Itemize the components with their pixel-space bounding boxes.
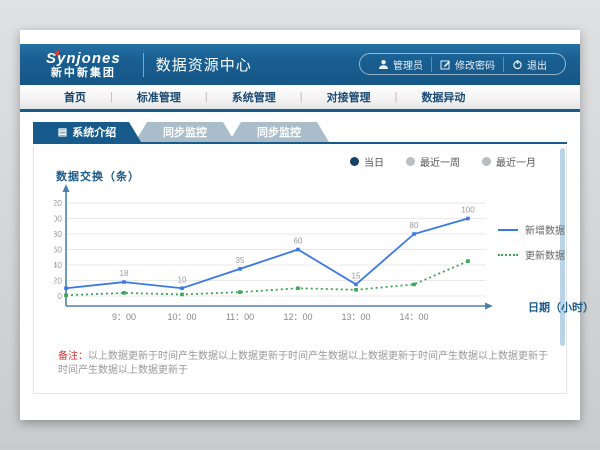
nav-item-data-change[interactable]: 数据异动 [397,89,489,105]
radio-last-month[interactable]: 最近一月 [482,154,536,169]
company-logo: Synjones 新中新集团 [32,51,131,79]
edit-icon [440,59,451,70]
note-text: 以上数据更新于时间产生数据以上数据更新于时间产生数据以上数据更新于时间产生数据以… [58,351,548,376]
legend-label: 新增数据 [525,222,565,237]
radio-last-week[interactable]: 最近一周 [406,154,460,169]
logo-text-cn: 新中新集团 [51,68,116,79]
radio-dot-icon [350,157,359,166]
svg-text:35: 35 [236,256,245,265]
tab-system-intro[interactable]: ▤ 系统介绍 [33,122,141,142]
radio-label: 最近一周 [420,154,460,169]
svg-text:20: 20 [54,276,62,286]
nav-item-system-mgmt[interactable]: 系统管理 [208,89,300,105]
content-area: ▤ 系统介绍 同步监控 同步监控 当日 最近一周 [20,112,580,394]
radio-label: 最近一月 [496,154,536,169]
radio-dot-icon [482,157,491,166]
tab-sync-monitor-2[interactable]: 同步监控 [229,122,329,142]
chart-x-axis-title: 日期（小时） [528,299,594,315]
window-top-strip [20,30,580,44]
svg-text:100: 100 [54,214,62,224]
svg-text:100: 100 [461,206,475,215]
power-icon [512,59,523,70]
legend-label: 更新数据 [525,247,565,262]
legend-item-updated-data[interactable]: 更新数据 [498,247,565,262]
nav-item-interface-mgmt[interactable]: 对接管理 [303,89,395,105]
logout-label: 退出 [527,57,547,72]
app-window: Synjones 新中新集团 数据资源中心 管理员 修改密码 [20,30,580,420]
svg-text:60: 60 [294,237,303,246]
legend-item-new-data[interactable]: 新增数据 [498,222,565,237]
svg-text:40: 40 [54,260,62,270]
svg-text:13：00: 13：00 [341,312,370,322]
chart-panel: 当日 最近一周 最近一月 数据交换（条） 0 20 40 60 80 100 120 9：00… [33,146,567,394]
svg-text:10：00: 10：00 [167,312,196,322]
svg-text:60: 60 [54,245,62,255]
chart-y-axis-title: 数据交换（条） [56,168,140,184]
svg-text:15: 15 [352,271,361,280]
current-user-button[interactable]: 管理员 [370,57,431,72]
change-password-button[interactable]: 修改密码 [431,57,503,72]
chart-legend: 新增数据 更新数据 [498,222,565,272]
username-label: 管理员 [393,57,423,72]
radio-today[interactable]: 当日 [350,154,384,169]
svg-text:80: 80 [54,229,62,239]
svg-text:14：00: 14：00 [399,312,428,322]
app-header: Synjones 新中新集团 数据资源中心 管理员 修改密码 [20,44,580,85]
svg-text:18: 18 [120,269,129,278]
header-divider [143,53,144,77]
svg-text:80: 80 [410,221,419,230]
note-label: 备注： [58,351,88,362]
tab-label: 同步监控 [257,124,301,140]
tab-sync-monitor-1[interactable]: 同步监控 [135,122,235,142]
footer-note: 备注：以上数据更新于时间产生数据以上数据更新于时间产生数据以上数据更新于时间产生… [58,350,550,378]
main-nav: 首页 | 标准管理 | 系统管理 | 对接管理 | 数据异动 [20,85,580,112]
svg-text:0: 0 [57,291,62,301]
radio-label: 当日 [364,154,384,169]
svg-text:11：00: 11：00 [226,312,254,322]
radio-dot-icon [406,157,415,166]
legend-line-dotted-icon [498,254,518,256]
tab-label: 系统介绍 [72,124,116,140]
svg-text:10: 10 [178,275,187,284]
line-chart: 0 20 40 60 80 100 120 9：00 10：00 11：00 12：00 13：00 1… [54,184,494,332]
page-title: 数据资源中心 [156,54,252,75]
user-icon [378,59,389,70]
tab-bar: ▤ 系统介绍 同步监控 同步监控 [33,122,567,142]
change-password-label: 修改密码 [455,57,495,72]
legend-line-solid-icon [498,229,518,231]
svg-text:120: 120 [54,198,62,208]
svg-text:12：00: 12：00 [283,312,312,322]
tab-label: 同步监控 [163,124,207,140]
user-menu: 管理员 修改密码 退出 [359,53,566,75]
date-range-filter: 当日 最近一周 最近一月 [328,154,536,169]
nav-item-home[interactable]: 首页 [40,89,110,105]
tab-underline [33,142,567,144]
document-icon: ▤ [58,127,67,138]
svg-text:9：00: 9：00 [112,312,136,322]
logout-button[interactable]: 退出 [503,57,555,72]
nav-item-standard-mgmt[interactable]: 标准管理 [113,89,205,105]
